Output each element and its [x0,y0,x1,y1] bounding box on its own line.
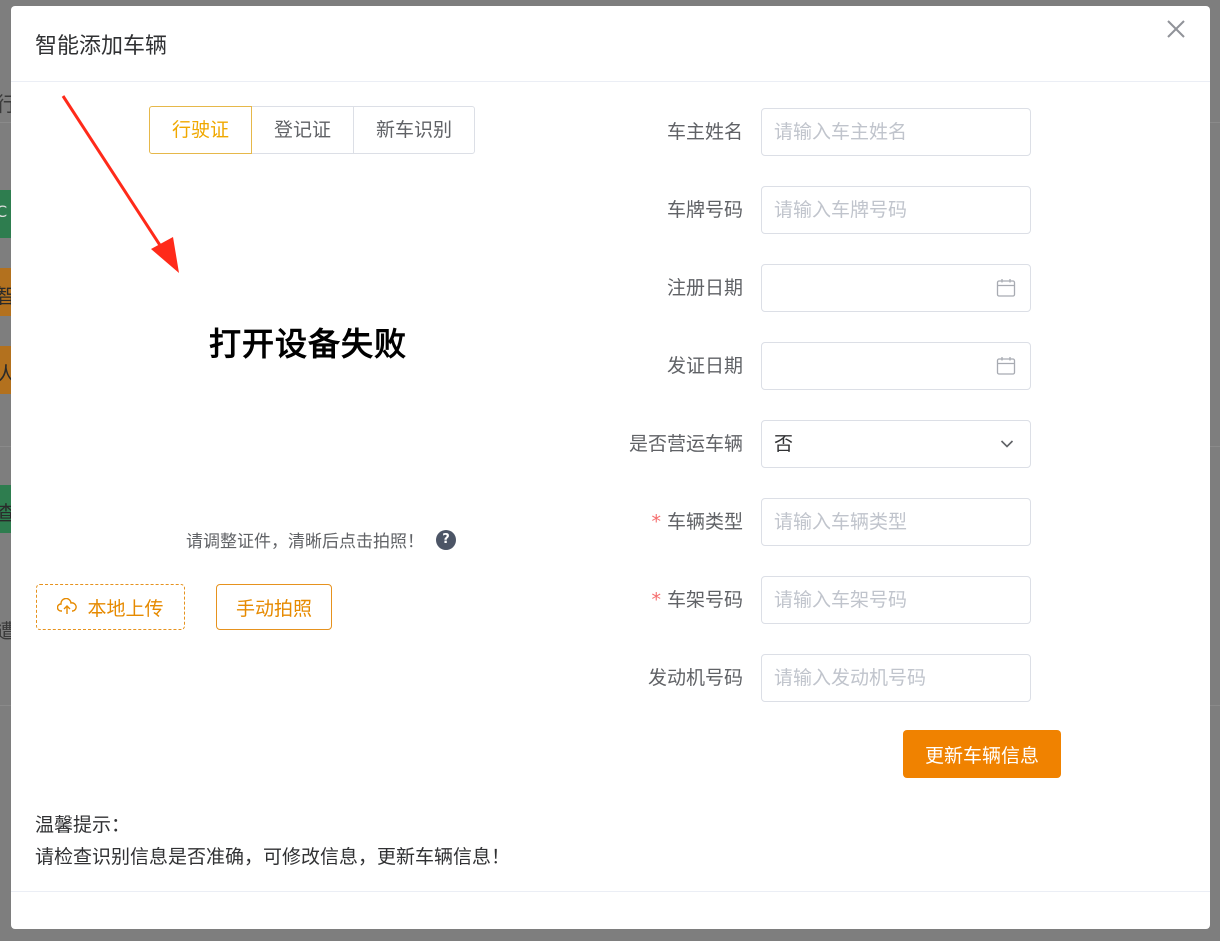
vin-label-text: 车架号码 [666,589,743,611]
close-icon [1167,20,1185,38]
vehicle-type-input[interactable] [761,498,1031,546]
tips-section: 温馨提示： 请检查识别信息是否准确，可修改信息，更新车辆信息！ [35,809,510,873]
plate-number-input[interactable] [761,186,1031,234]
register-date-label: 注册日期 [666,277,743,299]
engine-number-label: 发动机号码 [647,667,743,689]
form-row-vin: * 车架号码 [571,576,1031,624]
issue-date-picker[interactable] [761,342,1031,390]
required-mark: * [651,511,661,533]
local-upload-label: 本地上传 [87,597,164,620]
tab-registration-certificate[interactable]: 登记证 [251,106,355,154]
form-row-issue-date: 发证日期 [571,342,1031,390]
chevron-down-icon [1000,440,1014,448]
dialog-header: 智能添加车辆 [11,6,1210,82]
document-type-tabs: 行驶证 登记证 新车识别 [149,106,476,154]
required-mark: * [651,589,661,611]
is-commercial-label: 是否营运车辆 [628,433,743,455]
form-row-register-date: 注册日期 [571,264,1031,312]
form-row-engine-number: 发动机号码 [571,654,1031,702]
register-date-picker[interactable] [761,264,1031,312]
add-vehicle-dialog: 智能添加车辆 行驶证 登记证 新车识别 打开设备失败 请调整证件，清晰后点击拍照… [11,6,1210,929]
owner-name-label: 车主姓名 [666,121,743,143]
camera-hint-text: 请调整证件，清晰后点击拍照！ [186,532,424,552]
camera-status-text: 打开设备失败 [209,325,408,363]
owner-name-input[interactable] [761,108,1031,156]
tab-new-car-recognition[interactable]: 新车识别 [353,106,476,154]
calendar-icon [996,279,1016,297]
tips-body: 请检查识别信息是否准确，可修改信息，更新车辆信息！ [35,846,511,868]
tab-driving-license[interactable]: 行驶证 [149,106,253,154]
cloud-upload-icon [57,598,78,614]
question-circle-icon[interactable]: ? [436,529,456,550]
vin-label: * 车架号码 [651,576,743,624]
form-row-owner-name: 车主姓名 [571,108,1031,156]
dialog-title: 智能添加车辆 [35,34,168,59]
local-upload-button[interactable]: 本地上传 [36,584,185,630]
camera-hint: 请调整证件，清晰后点击拍照！ ? [186,527,456,552]
background-text: C [0,202,8,221]
vehicle-type-label: * 车辆类型 [651,498,743,546]
update-vehicle-info-button[interactable]: 更新车辆信息 [903,730,1061,778]
issue-date-label: 发证日期 [666,355,743,377]
is-commercial-value: 否 [774,433,794,455]
engine-number-input[interactable] [761,654,1031,702]
calendar-icon [996,357,1016,375]
form-row-vehicle-type: * 车辆类型 [571,498,1031,546]
vehicle-type-label-text: 车辆类型 [666,511,743,533]
close-button[interactable] [1163,16,1189,42]
tips-title: 温馨提示： [35,814,131,836]
dialog-footer-divider [11,891,1210,892]
form-row-plate-number: 车牌号码 [571,186,1031,234]
form-row-is-commercial: 是否营运车辆 否 [571,420,1031,468]
vin-input[interactable] [761,576,1031,624]
manual-photo-button[interactable]: 手动拍照 [216,584,332,630]
plate-number-label: 车牌号码 [666,199,743,221]
is-commercial-select[interactable]: 否 [761,420,1031,468]
